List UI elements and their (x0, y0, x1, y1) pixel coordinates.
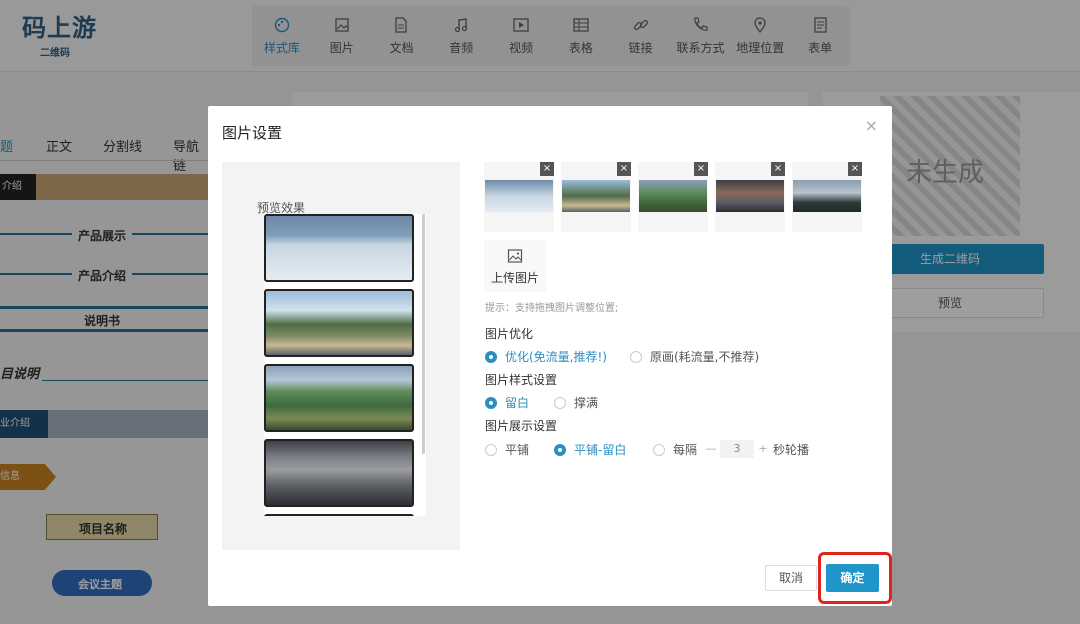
radio-original[interactable]: 原画(耗流量,不推荐) (630, 348, 759, 365)
preview-image-2 (264, 289, 414, 357)
confirm-button[interactable]: 确定 (826, 564, 879, 592)
delete-icon[interactable]: × (540, 162, 554, 176)
delete-icon[interactable]: × (848, 162, 862, 176)
thumbnail-image (793, 180, 861, 212)
dialog-title: 图片设置 (222, 124, 283, 142)
radio-carousel[interactable]: 每隔 (653, 441, 697, 458)
radio-tile[interactable]: 平铺 (485, 441, 529, 458)
preview-image-3 (264, 364, 414, 432)
radio-label: 每隔 (673, 443, 698, 457)
image-settings-dialog: 图片设置 × 预览效果 × × × × × 上传图片 提示：支持拖拽图片调整位置… (208, 106, 892, 606)
preview-panel: 预览效果 (222, 162, 460, 550)
delete-icon[interactable]: × (617, 162, 631, 176)
close-icon[interactable]: × (865, 116, 878, 135)
upload-label: 上传图片 (490, 271, 539, 285)
radio-label: 优化(免流量,推荐!) (505, 350, 607, 364)
thumbnail-image (562, 180, 630, 212)
delete-icon[interactable]: × (771, 162, 785, 176)
thumbnail-item[interactable]: × (792, 162, 862, 232)
optimize-label: 图片优化 (485, 327, 534, 341)
thumbnail-image (485, 180, 553, 212)
radio-dot (485, 396, 497, 409)
radio-tile-whitespace[interactable]: 平铺-留白 (554, 441, 626, 458)
display-setting-label: 图片展示设置 (485, 419, 558, 433)
thumbnail-item[interactable]: × (715, 162, 785, 232)
radio-label: 原画(耗流量,不推荐) (650, 350, 760, 364)
radio-dot (554, 443, 566, 456)
thumbnail-item[interactable]: × (484, 162, 554, 232)
radio-dot (630, 350, 642, 363)
interval-suffix: 秒轮播 (773, 443, 810, 457)
radio-dot (653, 443, 665, 456)
radio-label: 平铺 (505, 443, 530, 457)
thumbnail-item[interactable]: × (638, 162, 708, 232)
preview-image-5 (264, 514, 414, 516)
preview-image-1 (264, 214, 414, 282)
cancel-button[interactable]: 取消 (765, 565, 817, 591)
plus-button[interactable]: + (754, 440, 772, 458)
drag-hint: 提示：支持拖拽图片调整位置; (485, 303, 619, 314)
phone-preview[interactable] (264, 214, 426, 516)
thumbnail-image (716, 180, 784, 212)
radio-whitespace[interactable]: 留白 (485, 394, 529, 411)
interval-stepper[interactable]: — 3 + (702, 440, 772, 458)
image-icon (507, 249, 523, 263)
radio-dot (485, 443, 497, 456)
preview-image-4 (264, 439, 414, 507)
radio-fill[interactable]: 撑满 (554, 394, 598, 411)
radio-label: 平铺-留白 (574, 443, 627, 457)
radio-label: 留白 (505, 396, 530, 410)
radio-label: 撑满 (574, 396, 599, 410)
upload-image-button[interactable]: 上传图片 (484, 240, 546, 292)
thumbnail-item[interactable]: × (561, 162, 631, 232)
interval-value[interactable]: 3 (720, 440, 754, 458)
delete-icon[interactable]: × (694, 162, 708, 176)
preview-scrollbar[interactable] (422, 214, 425, 454)
radio-dot (554, 396, 566, 409)
radio-optimize[interactable]: 优化(免流量,推荐!) (485, 348, 607, 365)
style-setting-label: 图片样式设置 (485, 373, 558, 387)
minus-button[interactable]: — (702, 440, 720, 458)
thumbnail-image (639, 180, 707, 212)
radio-dot (485, 350, 497, 363)
image-thumbnails: × × × × × (484, 162, 874, 232)
